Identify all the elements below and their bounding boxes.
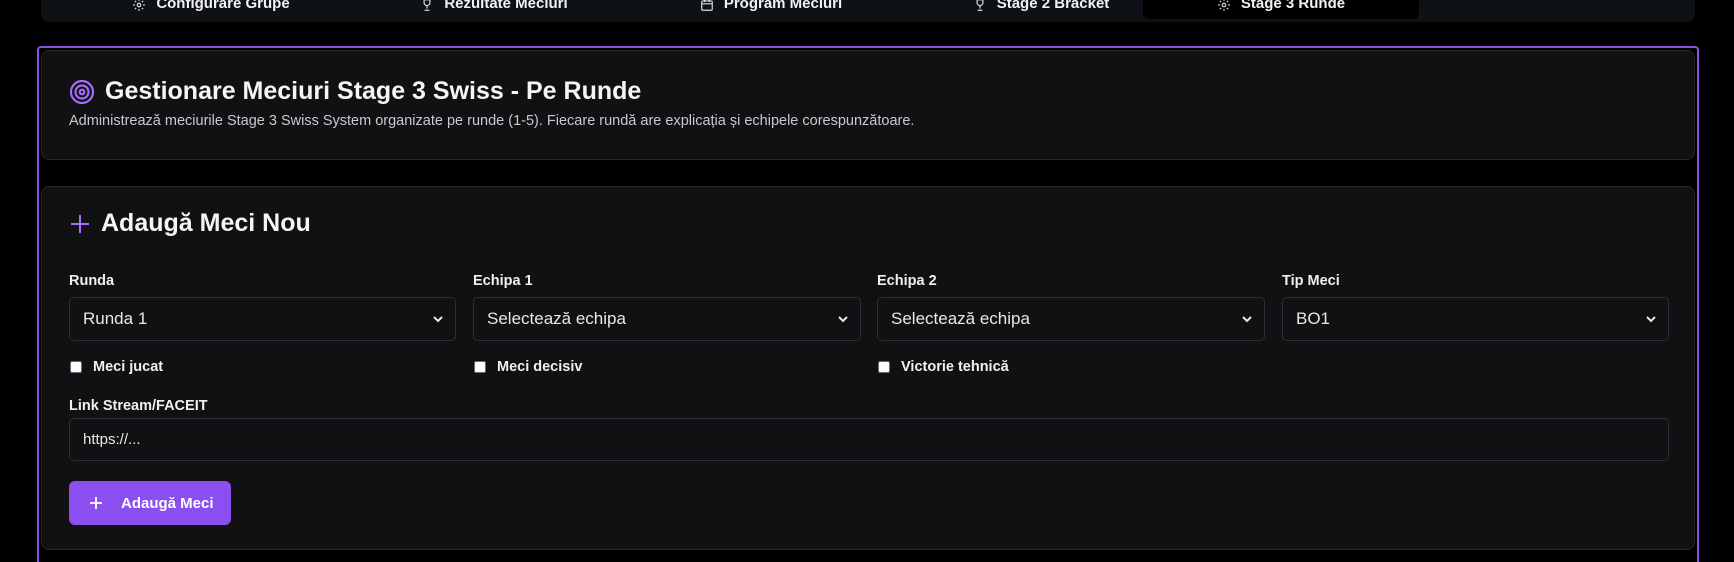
stream-link-placeholder: https://... [83, 431, 141, 448]
gear-icon [132, 0, 146, 12]
plus-icon [89, 496, 103, 510]
tab-label: Program Meciuri [723, 0, 843, 12]
tab-label: Stage 3 Runde [1240, 0, 1346, 12]
header-card: Gestionare Meciuri Stage 3 Swiss - Pe Ru… [41, 50, 1695, 160]
add-match-button-label: Adaugă Meci [121, 494, 214, 512]
tab-stage-3-runde[interactable]: Stage 3 Runde [1143, 0, 1419, 19]
add-match-card: Adaugă Meci Nou Runda Echipa 1 Echipa 2 … [41, 186, 1695, 550]
calendar-icon [700, 0, 714, 12]
stream-link-label: Link Stream/FACEIT [69, 398, 208, 414]
page-description: Administrează meciurile Stage 3 Swiss Sy… [69, 113, 915, 129]
played-checkbox[interactable] [70, 361, 82, 373]
match-type-select-value: BO1 [1296, 309, 1331, 328]
tab-label: Rezultate Meciuri [444, 0, 568, 12]
team2-select-value: Selectează echipa [891, 309, 1030, 328]
round-label: Runda [69, 273, 115, 289]
team2-label: Echipa 2 [877, 273, 937, 289]
played-checkbox-row[interactable]: Meci jucat [70, 359, 163, 375]
team1-label: Echipa 1 [473, 273, 533, 289]
stream-link-input[interactable]: https://... [69, 418, 1669, 461]
gear-icon [1217, 0, 1231, 12]
chevron-down-icon [1242, 316, 1252, 323]
team1-select[interactable]: Selectează echipa [473, 297, 861, 341]
technical-win-checkbox-label: Victorie tehnică [901, 359, 1009, 375]
tab-stage-2-bracket[interactable]: Stage 2 Bracket [931, 0, 1151, 19]
chevron-down-icon [1646, 316, 1656, 323]
tab-configurare-grupe[interactable]: Configurare Grupe [101, 0, 321, 19]
target-icon [69, 79, 95, 105]
chevron-down-icon [433, 316, 443, 323]
tab-program-meciuri[interactable]: Program Meciuri [661, 0, 881, 19]
form-title: Adaugă Meci Nou [101, 209, 311, 237]
page-title: Gestionare Meciuri Stage 3 Swiss - Pe Ru… [105, 77, 642, 105]
plus-icon [69, 213, 91, 235]
team1-select-value: Selectează echipa [487, 309, 626, 328]
decisive-checkbox-row[interactable]: Meci decisiv [474, 359, 582, 375]
trophy-icon [420, 0, 434, 12]
decisive-checkbox-label: Meci decisiv [497, 359, 583, 375]
match-type-select[interactable]: BO1 [1282, 297, 1669, 341]
chevron-down-icon [838, 316, 848, 323]
match-type-label: Tip Meci [1282, 273, 1340, 289]
team2-select[interactable]: Selectează echipa [877, 297, 1265, 341]
round-select-value: Runda 1 [83, 309, 148, 328]
decisive-checkbox[interactable] [474, 361, 486, 373]
tab-label: Stage 2 Bracket [996, 0, 1110, 12]
trophy-icon [973, 0, 987, 12]
played-checkbox-label: Meci jucat [93, 359, 164, 375]
top-nav-tabs: Configurare Grupe Rezultate Meciuri Prog… [41, 0, 1695, 22]
technical-win-checkbox[interactable] [878, 361, 890, 373]
technical-win-checkbox-row[interactable]: Victorie tehnică [878, 359, 1009, 375]
tab-label: Configurare Grupe [156, 0, 290, 12]
round-select[interactable]: Runda 1 [69, 297, 456, 341]
tab-rezultate-meciuri[interactable]: Rezultate Meciuri [384, 0, 604, 19]
add-match-button[interactable]: Adaugă Meci [69, 481, 231, 525]
